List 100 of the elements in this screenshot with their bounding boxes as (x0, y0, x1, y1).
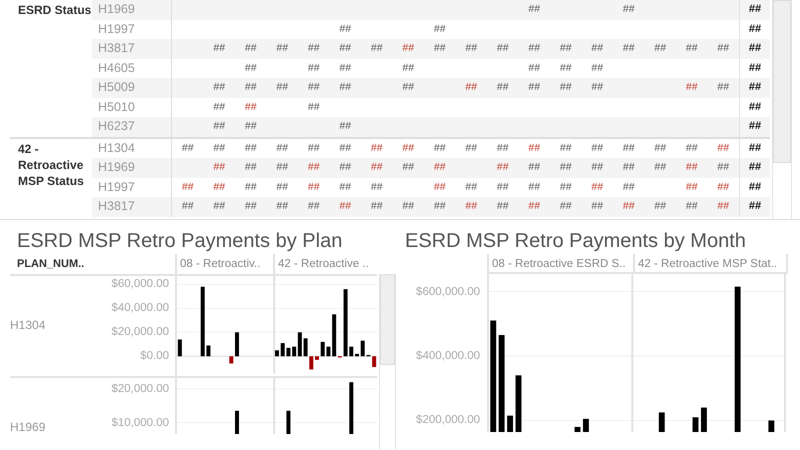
table-cell-text: ## (717, 199, 730, 214)
table-cell-text: ## (622, 2, 635, 17)
table-cell-text: ## (717, 80, 730, 95)
table-cell-text: ## (560, 140, 572, 156)
table-cell-text: ## (591, 80, 604, 95)
total-cell-text: ## (748, 2, 762, 17)
table-cell-text: ## (244, 140, 257, 156)
total-cell-text: ## (748, 80, 762, 95)
table-cell-text: ## (276, 41, 288, 56)
table-cell-text: ## (434, 140, 446, 156)
table-cell-text: ## (402, 199, 414, 214)
table-cell-text: ## (276, 180, 288, 194)
total-cell-text: ## (748, 22, 762, 36)
table-cell-text: ## (654, 41, 666, 56)
column-header: 08 - Retroactive ESRD S.. (487, 254, 633, 274)
row-header: H5009 (92, 78, 172, 98)
table-cell-text: ## (496, 41, 509, 56)
table-cell-text: ## (244, 60, 257, 76)
table-cell-text: ## (654, 199, 666, 214)
table-cell-text: ## (434, 22, 446, 36)
table-cell-text: ## (717, 140, 730, 156)
table-cell-text: ## (339, 80, 352, 95)
table-cell-text: ## (496, 160, 509, 175)
table-cell-text: ## (213, 180, 226, 194)
total-cell-text: ## (748, 180, 762, 194)
total-cell-text: ## (748, 140, 762, 156)
table-cell-text: ## (339, 199, 352, 214)
table-cell-text: ## (622, 140, 635, 156)
table-cell-text: ## (370, 140, 383, 156)
table-cell-text: ## (560, 60, 572, 76)
axis-label: $10,000.00 (111, 416, 169, 431)
table-cell-text: ## (591, 180, 604, 194)
table-cell-text: ## (213, 80, 226, 95)
table-cell-text: ## (370, 160, 383, 175)
table-cell-text: ## (434, 180, 446, 194)
chart-title: ESRD MSP Retro Payments by Plan (16, 229, 344, 254)
total-cell-text: ## (748, 160, 762, 175)
table-cell-text: ## (434, 199, 446, 214)
table-cell-text: ## (339, 41, 352, 56)
table-cell-text: ## (308, 41, 320, 56)
table-cell-text: ## (560, 160, 572, 175)
table-cell-text: ## (717, 160, 730, 175)
total-cell-text: ## (748, 60, 762, 76)
table-cell-text: ## (213, 160, 226, 175)
table-cell-text: ## (528, 60, 540, 76)
row-header: H1969 (92, 158, 172, 178)
row-header: H1969 (10, 420, 46, 434)
axis-label: $200,000.00 (416, 413, 480, 428)
table-cell-text: ## (686, 199, 698, 214)
table-cell-text: ## (528, 140, 540, 156)
table-cell-text: ## (686, 180, 698, 194)
table-cell-text: ## (434, 41, 446, 56)
table-cell-text: ## (244, 199, 257, 214)
row-group-label: ESRD Status (18, 3, 92, 17)
table-cell-text: ## (717, 180, 730, 194)
row-group-label: 42 - Retroactive MSP Status (18, 142, 84, 188)
table-cell-text: ## (591, 160, 604, 175)
table-cell-text: ## (308, 140, 320, 156)
table-cell-text: ## (339, 60, 352, 76)
table-cell-text: ## (591, 60, 604, 76)
table-cell-text: ## (339, 160, 352, 175)
table-cell-text: ## (213, 199, 226, 214)
table-cell-text: ## (528, 80, 540, 95)
table-cell-text: ## (182, 199, 194, 214)
row-header: H6237 (92, 117, 172, 136)
table-cell-text: ## (244, 180, 257, 194)
table-cell-text: ## (622, 180, 635, 194)
table-cell-text: ## (339, 140, 352, 156)
table-cell-text: ## (465, 199, 478, 214)
table-cell-text: ## (402, 80, 414, 95)
column-header: 08 - Retroactiv.. (175, 254, 273, 274)
axis-label: $20,000.00 (111, 382, 169, 397)
row-header: H1969 (92, 0, 172, 20)
table-cell-text: ## (591, 41, 604, 56)
table-cell-text: ## (308, 180, 320, 194)
table-cell-text: ## (213, 119, 226, 134)
table-cell-text: ## (402, 160, 414, 175)
table-cell-text: ## (182, 140, 194, 156)
table-cell-text: ## (339, 22, 352, 36)
table-cell-text: ## (213, 100, 226, 114)
table-cell-text: ## (465, 80, 478, 95)
row-header: H3817 (92, 197, 172, 216)
table-cell-text: ## (308, 100, 320, 114)
table-cell-text: ## (528, 160, 540, 175)
table-cell-text: ## (402, 41, 414, 56)
table-cell-text: ## (182, 180, 194, 194)
total-cell-text: ## (748, 41, 762, 56)
table-cell-text: ## (591, 140, 604, 156)
table-cell-text: ## (591, 199, 604, 214)
table-cell-text: ## (339, 119, 352, 134)
table-cell-text: ## (560, 41, 572, 56)
table-cell-text: ## (370, 199, 383, 214)
table-cell-text: ## (717, 41, 730, 56)
row-header: H1304 (10, 318, 46, 332)
table-cell-text: ## (496, 180, 509, 194)
axis-label: $600,000.00 (416, 284, 480, 300)
table-cell-text: ## (560, 180, 572, 194)
table-cell-text: ## (244, 100, 257, 114)
row-header: H3817 (92, 39, 172, 58)
table-cell-text: ## (654, 160, 666, 175)
